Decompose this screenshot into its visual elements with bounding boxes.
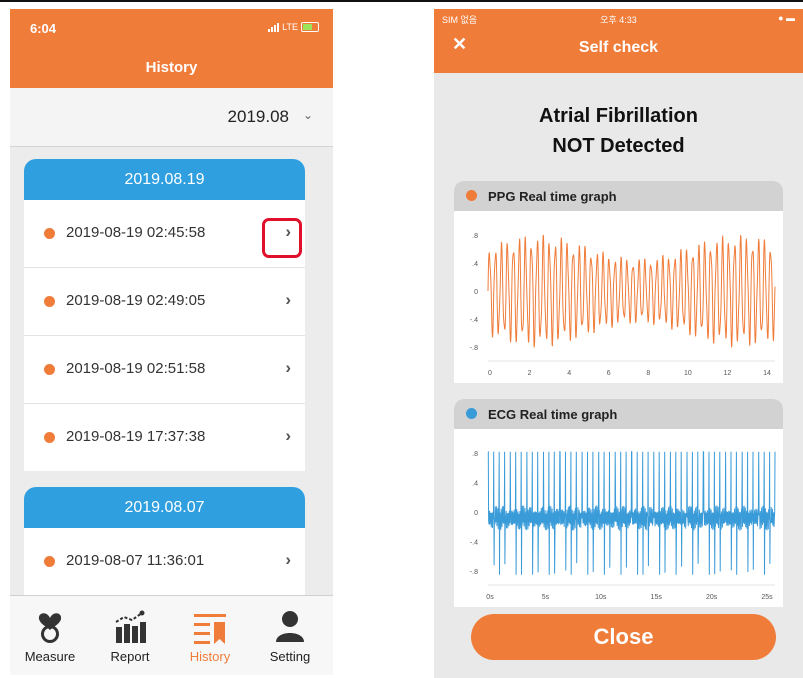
ppg-waveform-chart: .8 .4 0 -.4 -.8 0 2 4 6 8 10 12 14 <box>470 233 776 377</box>
close-button[interactable]: Close <box>471 614 776 660</box>
x-tick-label: 8 <box>646 370 650 377</box>
x-tick-label: 4 <box>567 370 571 377</box>
tab-measure[interactable]: Measure <box>10 596 90 675</box>
orange-dot-icon <box>466 190 477 201</box>
tab-label: History <box>189 649 231 664</box>
entry-timestamp: 2019-08-07 11:36:01 <box>66 552 205 569</box>
day-header: 2019.08.07 <box>24 487 305 528</box>
y-tick-label: -.4 <box>470 540 478 547</box>
ecg-graph-card: ECG Real time graph .8 .4 0 -.4 -.8 0s 5s 10s 15… <box>454 399 783 607</box>
chevron-right-icon[interactable]: › <box>285 290 291 310</box>
result-line-2: NOT Detected <box>552 135 685 157</box>
day-group: 2019.08.19 2019-08-19 02:45:58 › 2019-08… <box>24 159 305 471</box>
y-tick-label: .8 <box>472 233 478 240</box>
tab-report[interactable]: Report <box>90 596 170 675</box>
entry-timestamp: 2019-08-19 02:49:05 <box>66 292 206 309</box>
highlight-box <box>262 218 302 258</box>
x-tick-label: 14 <box>763 370 771 377</box>
x-tick-label: 5s <box>542 594 550 601</box>
self-check-screen: SIM 없음 오후 4:33 ● ▬ ✕ Self check Atrial F… <box>434 9 803 678</box>
orange-dot-icon <box>44 228 55 239</box>
x-tick-label: 2 <box>528 370 532 377</box>
x-tick-label: 25s <box>761 594 773 601</box>
status-indicators: LTE <box>268 22 319 32</box>
y-tick-label: -.8 <box>470 569 478 576</box>
self-check-header: SIM 없음 오후 4:33 ● ▬ ✕ Self check <box>434 9 803 73</box>
ppg-trace <box>487 234 776 348</box>
x-tick-label: 0 <box>488 370 492 377</box>
network-label: LTE <box>282 22 298 32</box>
chevron-right-icon[interactable]: › <box>285 550 291 570</box>
history-screen: 6:04 LTE History 2019.08 ⌄ 2019.08.19 20… <box>10 9 333 675</box>
x-tick-label: 10 <box>684 370 692 377</box>
history-entry[interactable]: 2019-08-19 02:49:05 › <box>24 268 305 336</box>
bar-chart-icon <box>115 610 146 643</box>
y-tick-label: .4 <box>472 261 478 268</box>
history-header: 6:04 LTE History <box>10 9 333 88</box>
ppg-graph-card: PPG Real time graph .8 .4 0 -.4 -.8 0 2 4 6 8 10 12… <box>454 181 783 383</box>
orange-dot-icon <box>44 432 55 443</box>
chevron-down-icon: ⌄ <box>302 108 313 122</box>
y-tick-label: -.4 <box>470 317 478 324</box>
result-line-1: Atrial Fibrillation <box>539 105 698 127</box>
history-entry[interactable]: 2019-08-19 02:51:58 › <box>24 336 305 404</box>
ppg-graph-header: PPG Real time graph <box>454 181 783 211</box>
blue-dot-icon <box>466 408 477 419</box>
y-tick-label: 0 <box>474 289 478 296</box>
ecg-graph-header: ECG Real time graph <box>454 399 783 429</box>
status-time: 6:04 <box>30 21 57 36</box>
orange-dot-icon <box>44 556 55 567</box>
history-list-icon <box>194 614 226 644</box>
x-tick-label: 0s <box>486 594 494 601</box>
status-time: 오후 4:33 <box>600 15 637 25</box>
tab-label: Report <box>110 649 150 664</box>
month-selector[interactable]: 2019.08 ⌄ <box>10 88 333 147</box>
y-tick-label: .4 <box>472 481 478 488</box>
top-border <box>0 0 803 2</box>
tab-history[interactable]: History <box>170 596 250 675</box>
person-icon <box>276 611 304 642</box>
x-tick-label: 12 <box>724 370 732 377</box>
bottom-tab-bar: Measure Report History Setting <box>10 595 333 675</box>
month-value: 2019.08 <box>227 107 289 126</box>
page-title: History <box>145 59 198 76</box>
tab-setting[interactable]: Setting <box>250 596 330 675</box>
ecg-graph-title: ECG Real time graph <box>488 407 618 422</box>
orange-dot-icon <box>44 296 55 307</box>
battery-icon <box>301 22 319 32</box>
entry-timestamp: 2019-08-19 17:37:38 <box>66 428 206 445</box>
page-title: Self check <box>578 39 659 56</box>
x-tick-label: 10s <box>595 594 607 601</box>
history-entry[interactable]: 2019-08-19 02:45:58 › <box>24 200 305 268</box>
y-tick-label: .8 <box>472 451 478 458</box>
x-tick-label: 6 <box>607 370 611 377</box>
tab-label: Measure <box>24 649 76 664</box>
y-tick-label: -.8 <box>470 345 478 352</box>
ecg-waveform-chart: .8 .4 0 -.4 -.8 0s 5s 10s 15s 20s 25s <box>470 451 776 601</box>
signal-icon <box>268 22 280 32</box>
chevron-right-icon[interactable]: › <box>285 426 291 446</box>
chevron-right-icon[interactable]: › <box>285 358 291 378</box>
history-entry[interactable]: 2019-08-19 17:37:38 › <box>24 404 305 471</box>
entry-timestamp: 2019-08-19 02:51:58 <box>66 360 206 377</box>
day-group: 2019.08.07 2019-08-07 11:36:01 › <box>24 487 305 595</box>
result-text: Atrial Fibrillation NOT Detected <box>434 101 803 161</box>
history-entry[interactable]: 2019-08-07 11:36:01 › <box>24 528 305 595</box>
ecg-trace <box>487 451 776 575</box>
tab-label: Setting <box>269 649 311 664</box>
heart-stethoscope-icon <box>38 613 62 643</box>
entry-timestamp: 2019-08-19 02:45:58 <box>66 224 206 241</box>
x-tick-label: 15s <box>651 594 663 601</box>
y-tick-label: 0 <box>474 510 478 517</box>
orange-dot-icon <box>44 364 55 375</box>
x-tick-label: 20s <box>706 594 718 601</box>
battery-icon: ● ▬ <box>778 13 795 23</box>
ppg-graph-title: PPG Real time graph <box>488 189 617 204</box>
day-header: 2019.08.19 <box>24 159 305 200</box>
